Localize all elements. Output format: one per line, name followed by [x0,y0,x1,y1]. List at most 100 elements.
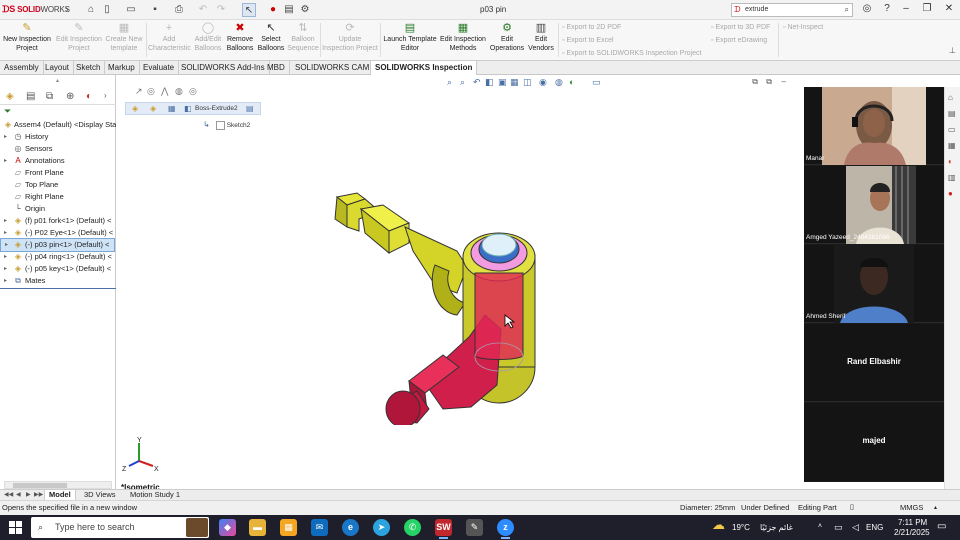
tree-root-assembly[interactable]: ◈ Assem4 (Default) <Display Sta [0,119,116,131]
store-icon[interactable]: ▦ [280,519,297,536]
tree-item-front-plane[interactable]: ▱ Front Plane [0,167,116,179]
rebuild-icon[interactable]: ● [266,3,280,17]
taskbar-search-input[interactable]: ⌕ Type here to search [31,517,209,538]
layer-icon[interactable]: ◎ [189,86,197,97]
new-inspection-project-button[interactable]: ✎ New Inspection Project [2,20,52,60]
chevron-right-icon[interactable]: › [104,91,107,100]
display-style-icon[interactable]: ◫ [523,77,532,88]
redo-icon[interactable]: ↷ [214,3,228,17]
zoom-meeting-icon[interactable]: z [497,519,514,539]
feature-tree-icon[interactable]: ◈ [6,91,14,102]
tree-item-p02-eye[interactable]: ▸ ◈ (-) P02 Eye<1> (Default) < [0,227,116,239]
tab-solidworks-add-ins[interactable]: SOLIDWORKS Add-Ins [177,61,270,75]
pin-end-face[interactable] [385,390,421,425]
units-dropdown-icon[interactable]: ▴ [934,501,937,515]
weather-description[interactable]: غائم جزئيًا [760,523,793,532]
edit-operations-button[interactable]: ⚙ Edit Operations [488,20,526,60]
tab-solidworks-cam[interactable]: SOLIDWORKS CAM [291,61,375,75]
assembly-icon[interactable]: ◈ [132,104,138,113]
search-icon[interactable]: ⌕ [845,4,849,16]
feature-icon[interactable]: ◧ [184,104,192,113]
last-tab-icon[interactable]: ▶▶ [34,490,43,500]
units-selector[interactable]: MMGS [900,501,923,515]
weather-temp[interactable]: 19°C [732,523,750,532]
previous-view-icon[interactable]: ↶ [473,77,481,88]
search-input[interactable]: ᗪ extrude ⌕ [731,3,853,17]
select-balloons-button[interactable]: ↖ Select Balloons [256,20,286,60]
resources-icon[interactable]: ⌂ [948,93,953,102]
whatsapp-icon[interactable]: ✆ [404,519,421,536]
close-icon[interactable]: ✕ [942,3,956,14]
undo-icon[interactable]: ↶ [196,3,210,17]
remove-balloons-button[interactable]: ✖ Remove Balloons [225,20,255,60]
user-icon[interactable]: ◎ [860,3,874,14]
filter-icon[interactable]: ⏷ [4,106,11,117]
rollback-bar[interactable] [0,288,116,289]
design-library-icon[interactable]: ▤ [948,109,956,118]
extrude-icon[interactable]: ▤ [246,104,254,113]
expand-icon[interactable]: ▸ [4,155,7,167]
part-icon[interactable]: ◈ [150,104,156,113]
next-tab-icon[interactable]: ▶ [26,490,31,500]
view-settings-icon[interactable]: ▭ [592,77,601,88]
tab-assembly[interactable]: Assembly [0,61,44,75]
dimxpert-icon[interactable]: ⊕ [66,91,74,102]
add-characteristic-button[interactable]: + Add Characteristic [148,20,191,60]
sketch-checkbox[interactable] [215,120,225,130]
print-icon[interactable]: ⎙ [172,3,186,17]
participant-tile[interactable]: Manar [804,87,944,165]
edit-appearance-icon[interactable]: ◍ [555,77,563,88]
file-properties-icon[interactable]: ▤ [282,3,296,17]
search-highlight-icon[interactable] [186,518,208,537]
solidworks-forum-icon[interactable]: ● [948,189,953,198]
pen-tool-icon[interactable]: ✎ [466,519,483,536]
home-icon[interactable]: ⌂ [84,3,98,17]
net-inspect-button[interactable]: ▫ Net-Inspect [783,21,823,34]
start-button[interactable] [9,521,22,534]
telegram-icon[interactable]: ➤ [373,519,390,536]
tab-layout[interactable]: Layout [41,61,75,75]
zoom-to-fit-icon[interactable]: ⌕ [447,77,452,88]
section-view-icon[interactable]: ◧ [485,77,494,88]
launch-template-editor-button[interactable]: ▤ Launch Template Editor [382,20,438,60]
tab-sketch[interactable]: Sketch [72,61,106,75]
expand-icon[interactable]: ▸ [4,263,7,275]
chevron-right-icon[interactable]: › [60,3,74,17]
tab-mbd[interactable]: MBD [263,61,290,75]
graphics-area[interactable]: ⌕ ⌕ ↶ ◧ ▣ ▦ ◫ ◉ ◍ ◐ ▭ ⧉ ⧉ – ↗ ◎ ⋀ ◍ ◎ ◈ … [117,75,804,492]
tree-item-history[interactable]: ▸ ◷ History [0,131,116,143]
tree-item-annotations[interactable]: ▸ A Annotations [0,155,116,167]
create-new-template-button[interactable]: ▦ Create New template [104,20,144,60]
mail-icon[interactable]: ✉ [311,519,328,536]
clock-time[interactable]: 7:11 PM [898,518,927,527]
export-excel-button[interactable]: ▫ Export to Excel [562,34,701,47]
sketch-icon[interactable]: ⋀ [161,86,168,97]
participant-tile[interactable]: Ahmed Sherif [804,245,944,323]
weather-icon[interactable]: ☁ [712,517,725,533]
expand-icon[interactable]: ▸ [4,215,7,227]
tree-item-top-plane[interactable]: ▱ Top Plane [0,179,116,191]
breadcrumb-sketch[interactable]: ↳ Sketch2 [203,120,250,130]
pin-icon[interactable]: ⊥ [949,46,956,55]
expand-icon[interactable]: ▸ [5,239,8,251]
view-palette-icon[interactable]: ▦ [948,141,956,150]
pin-head-top[interactable] [481,233,517,257]
display-manager-icon[interactable]: ◐ [86,91,92,102]
open-folder-icon[interactable]: ▭ [124,3,138,17]
feature-tree-scrollbar[interactable] [4,481,112,489]
component-icon[interactable]: ▦ [168,104,176,113]
tab-solidworks-inspection[interactable]: SOLIDWORKS Inspection [370,61,478,75]
tab-markup[interactable]: Markup [104,61,140,75]
assembly-model[interactable] [317,185,567,425]
expand-icon[interactable]: ▸ [4,251,7,263]
help-icon[interactable]: ? [880,3,894,14]
restore-icon[interactable]: ❐ [920,3,934,14]
tree-item-p03-pin[interactable]: ▸ ◈ (-) p03 pin<1> (Default) < [0,238,115,252]
file-explorer-icon[interactable]: ▬ [249,519,266,536]
viewport-split-icon[interactable]: ⧉ [766,77,772,87]
expand-icon[interactable]: ▸ [4,131,7,143]
view-orientation-icon[interactable]: ▦ [510,77,519,88]
apply-scene-icon[interactable]: ◐ [569,77,574,87]
tree-item-mates[interactable]: ▸ ⧉ Mates [0,275,116,287]
appearances-icon[interactable]: ◐ [948,157,953,166]
